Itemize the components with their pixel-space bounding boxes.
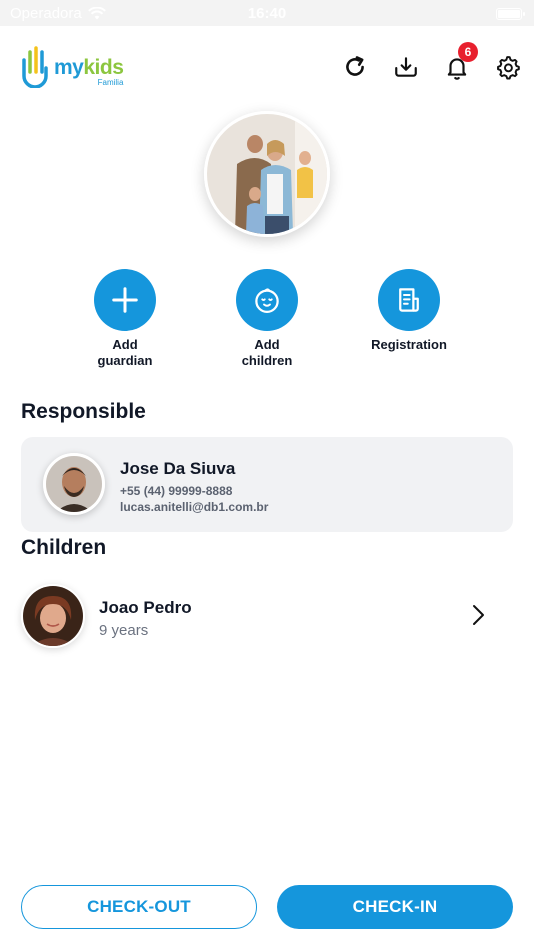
family-photo[interactable] — [204, 111, 330, 237]
app-header: mykids Familia 6 — [0, 26, 534, 106]
responsible-section-title: Responsible — [21, 400, 146, 423]
add-children-button[interactable] — [236, 269, 298, 331]
add-children-label: Add children — [241, 337, 293, 368]
chevron-right-icon[interactable] — [469, 602, 489, 628]
check-in-button[interactable]: CHECK-IN — [277, 885, 513, 929]
logo-subtitle: Familia — [97, 78, 124, 87]
child-age: 9 years — [99, 622, 149, 639]
baby-face-icon — [255, 288, 279, 313]
family-photo-image — [207, 114, 327, 234]
battery-icon — [496, 8, 525, 20]
registration-label: Registration — [371, 337, 447, 352]
add-guardian-label: Add guardian — [97, 337, 153, 368]
refresh-button[interactable] — [338, 50, 372, 84]
settings-button[interactable] — [491, 50, 525, 84]
add-guardian-button[interactable] — [94, 269, 156, 331]
logo-my: my — [54, 56, 84, 79]
app-logo: mykids Familia — [20, 46, 124, 88]
responsible-email: lucas.anitelli@db1.com.br — [120, 500, 269, 514]
logo-wordmark: mykids Familia — [54, 56, 124, 87]
document-icon — [399, 288, 419, 312]
avatar — [43, 453, 105, 515]
notification-badge: 6 — [458, 42, 478, 62]
status-bar: Operadora 16:40 — [0, 0, 534, 26]
download-icon — [395, 57, 417, 77]
notifications-button[interactable]: 6 — [440, 42, 478, 84]
child-avatar-image — [23, 586, 83, 646]
children-section-title: Children — [21, 536, 107, 559]
check-out-button[interactable]: CHECK-OUT — [21, 885, 257, 929]
responsible-card[interactable]: Jose Da Siuva +55 (44) 99999-8888 lucas.… — [21, 437, 513, 532]
add-children-action[interactable]: Add children — [207, 269, 327, 369]
registration-action[interactable]: Registration — [349, 269, 469, 353]
logo-kids: kids — [83, 56, 124, 79]
add-guardian-action[interactable]: Add guardian — [65, 269, 185, 369]
avatar — [21, 584, 85, 648]
responsible-name: Jose Da Siuva — [120, 459, 236, 478]
status-time: 16:40 — [247, 5, 287, 22]
responsible-avatar-image — [46, 456, 102, 512]
download-button[interactable] — [389, 50, 423, 84]
child-name: Joao Pedro — [99, 598, 192, 617]
plus-icon — [112, 287, 138, 313]
gear-icon — [497, 56, 520, 80]
list-item[interactable]: Joao Pedro 9 years — [21, 580, 513, 656]
hand-logo-icon — [22, 46, 48, 88]
registration-button[interactable] — [378, 269, 440, 331]
refresh-icon — [346, 56, 364, 76]
responsible-phone: +55 (44) 99999-8888 — [120, 484, 233, 498]
